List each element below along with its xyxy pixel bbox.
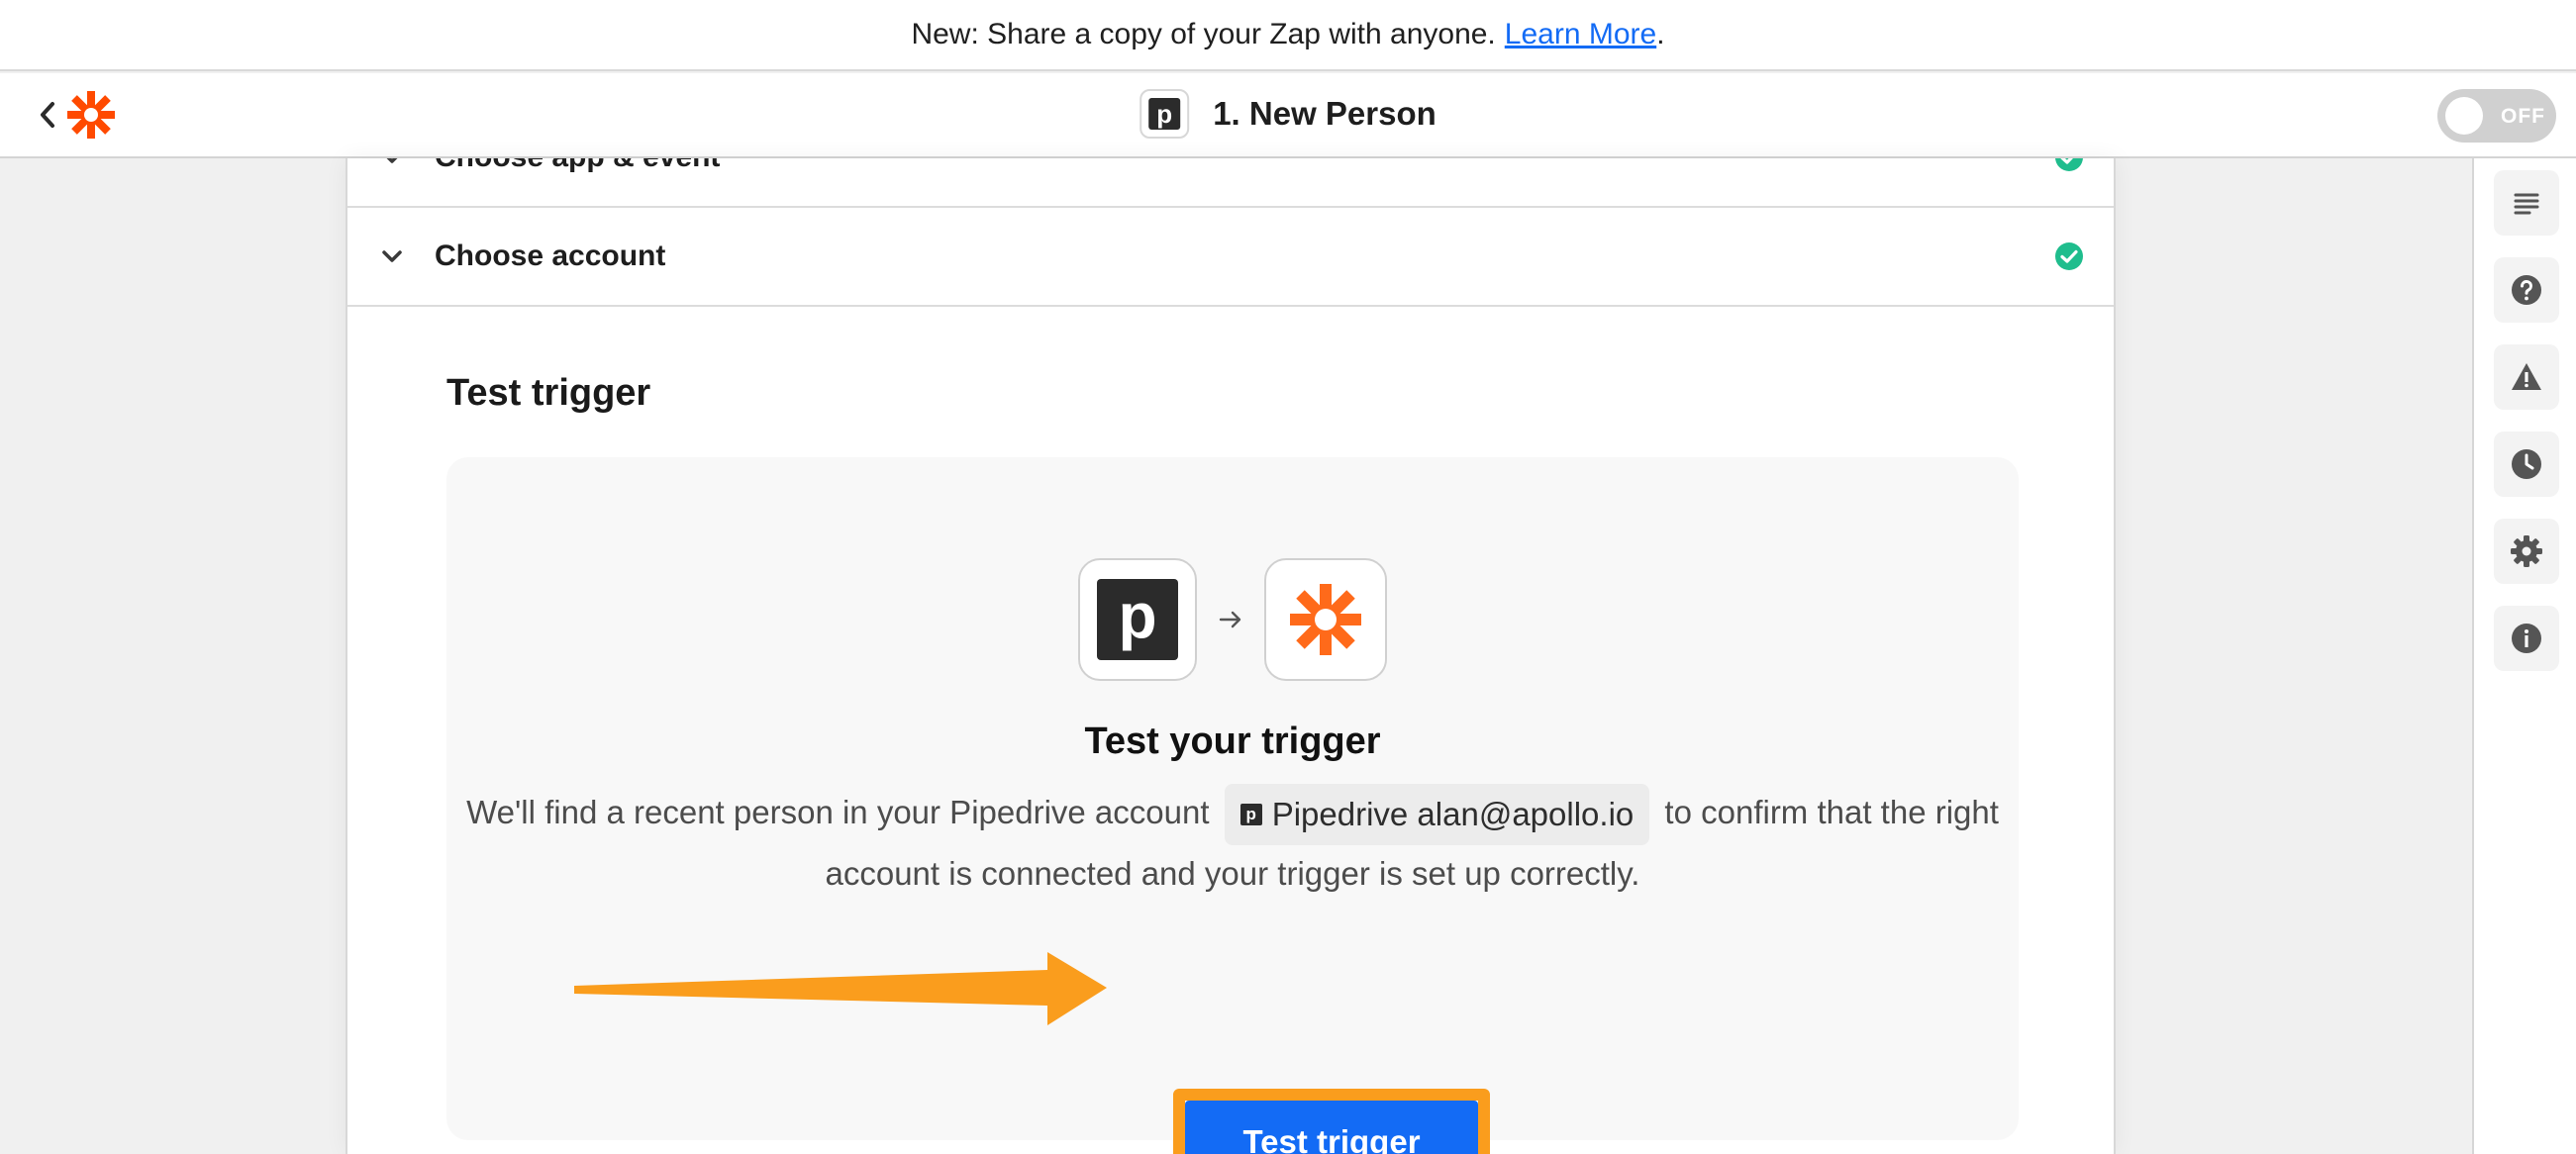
pipedrive-logo-box: p — [1078, 558, 1197, 681]
section-choose-app-event[interactable]: Choose app & event — [347, 158, 2114, 208]
arrow-right-icon — [1219, 611, 1241, 628]
test-trigger-card: p Test your trigger We'll find a recent … — [446, 457, 2019, 1154]
app-connection-logos: p — [446, 558, 2019, 681]
chevron-down-icon — [386, 158, 398, 163]
help-icon — [2512, 275, 2541, 305]
zap-on-off-toggle[interactable]: OFF — [2437, 89, 2556, 143]
test-your-trigger-title: Test your trigger — [1084, 721, 1381, 762]
section-choose-account[interactable]: Choose account — [347, 208, 2114, 307]
desc-before: We'll find a recent person in your Piped… — [466, 794, 1210, 830]
pipedrive-logo-icon: p — [1097, 579, 1178, 660]
sidebar-history-button[interactable] — [2494, 432, 2559, 497]
sidebar-settings-button[interactable] — [2494, 519, 2559, 584]
test-description: We'll find a recent person in your Piped… — [446, 784, 2019, 903]
test-trigger-heading: Test trigger — [446, 372, 651, 414]
gear-icon — [2511, 535, 2542, 567]
account-chip-label: Pipedrive alan@apollo.io — [1271, 796, 1635, 833]
banner-text: New: Share a copy of your Zap with anyon… — [911, 18, 1496, 50]
warning-icon — [2512, 363, 2541, 390]
toggle-label: OFF — [2501, 105, 2545, 128]
sidebar-alerts-button[interactable] — [2494, 344, 2559, 410]
check-circle-icon — [2055, 158, 2083, 171]
pipedrive-app-icon: p — [1139, 89, 1190, 139]
clock-icon — [2512, 449, 2541, 479]
editor-header: p 1. New Person OFF — [0, 73, 2576, 158]
zapier-asterisk-icon — [1290, 584, 1361, 655]
learn-more-link[interactable]: Learn More — [1505, 18, 1656, 51]
step-editor-panel: Choose app & event Choose account Test t… — [346, 158, 2116, 1154]
zapier-logo-box — [1264, 558, 1387, 681]
back-button[interactable] — [28, 95, 67, 135]
test-trigger-button[interactable]: Test trigger — [1185, 1101, 1478, 1154]
announcement-banner: New: Share a copy of your Zap with anyon… — [0, 0, 2576, 71]
chevron-down-icon — [382, 250, 402, 262]
sidebar-outline-button[interactable] — [2494, 170, 2559, 236]
account-chip: p Pipedrive alan@apollo.io — [1224, 784, 1650, 846]
pipedrive-mini-icon: p — [1239, 804, 1262, 826]
banner-suffix: . — [1656, 18, 1665, 50]
lines-icon — [2514, 193, 2539, 215]
zapier-logo-icon[interactable] — [65, 89, 117, 141]
toggle-knob — [2445, 97, 2483, 135]
sidebar-help-button[interactable] — [2494, 257, 2559, 323]
section-label: Choose account — [435, 240, 666, 272]
sidebar-info-button[interactable] — [2494, 606, 2559, 671]
check-circle-icon — [2055, 242, 2083, 270]
chevron-left-icon — [41, 102, 54, 128]
right-sidebar — [2472, 158, 2576, 1154]
info-icon — [2512, 624, 2541, 653]
pipedrive-letter: p — [1148, 98, 1181, 130]
step-title-text: 1. New Person — [1213, 95, 1437, 132]
zap-step-title[interactable]: p 1. New Person — [1139, 89, 1437, 139]
section-label: Choose app & event — [435, 158, 720, 174]
